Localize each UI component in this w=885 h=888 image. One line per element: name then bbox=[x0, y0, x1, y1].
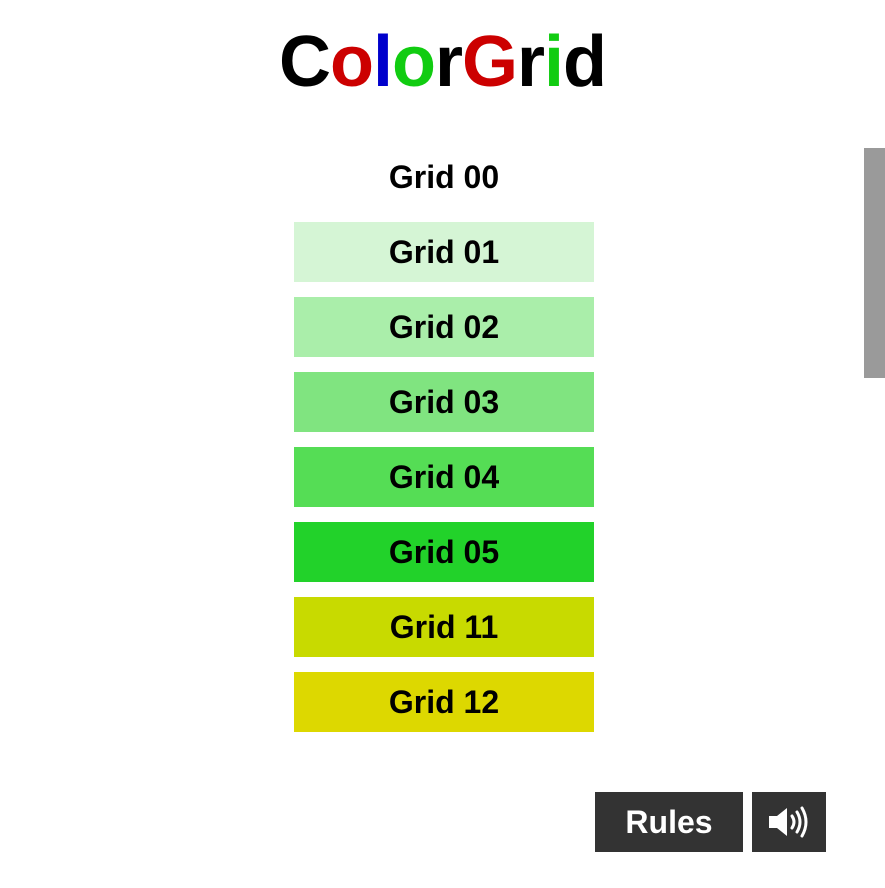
colorgrid-menu: ColorGrid Grid 00 Grid 01 Grid 02 Grid 03 Gr… bbox=[0, 0, 885, 888]
logo-letter: d bbox=[563, 22, 607, 102]
grid-button-label: Grid 12 bbox=[388, 683, 500, 720]
logo-letter: o bbox=[329, 22, 374, 102]
grid-button[interactable]: Grid 01 bbox=[294, 222, 594, 282]
grid-button-label: Grid 05 bbox=[388, 533, 500, 570]
logo-letter: G bbox=[461, 22, 518, 102]
grid-button[interactable]: Grid 04 bbox=[294, 447, 594, 507]
colorgrid-logo: ColorGrid bbox=[0, 22, 885, 102]
logo-letter: o bbox=[391, 22, 436, 102]
logo-letter: r bbox=[517, 22, 545, 102]
grid-button[interactable]: Grid 00 bbox=[294, 147, 594, 207]
sound-toggle-button[interactable] bbox=[752, 792, 826, 852]
scrollbar-thumb[interactable] bbox=[864, 148, 885, 378]
grid-button[interactable]: Grid 12 bbox=[294, 672, 594, 732]
grid-button-label: Grid 00 bbox=[388, 158, 500, 195]
rules-button[interactable]: Rules bbox=[595, 792, 743, 852]
grid-button[interactable]: Grid 05 bbox=[294, 522, 594, 582]
speaker-on-icon bbox=[769, 806, 808, 838]
grid-list: Grid 00 Grid 01 Grid 02 Grid 03 Grid 04 Grid … bbox=[294, 147, 594, 747]
grid-button-label: Grid 11 bbox=[389, 608, 499, 645]
logo-letter: i bbox=[544, 22, 564, 102]
grid-button-label: Grid 03 bbox=[388, 383, 500, 420]
grid-button[interactable]: Grid 03 bbox=[294, 372, 594, 432]
logo-letter: r bbox=[434, 22, 463, 102]
logo-letter: l bbox=[372, 22, 393, 102]
rules-button-label: Rules bbox=[625, 803, 713, 840]
grid-button-label: Grid 02 bbox=[388, 308, 500, 345]
logo-letter: C bbox=[278, 22, 331, 102]
grid-button-label: Grid 04 bbox=[388, 458, 500, 495]
grid-button[interactable]: Grid 02 bbox=[294, 297, 594, 357]
grid-button-label: Grid 01 bbox=[388, 233, 500, 270]
grid-button[interactable]: Grid 11 bbox=[294, 597, 594, 657]
